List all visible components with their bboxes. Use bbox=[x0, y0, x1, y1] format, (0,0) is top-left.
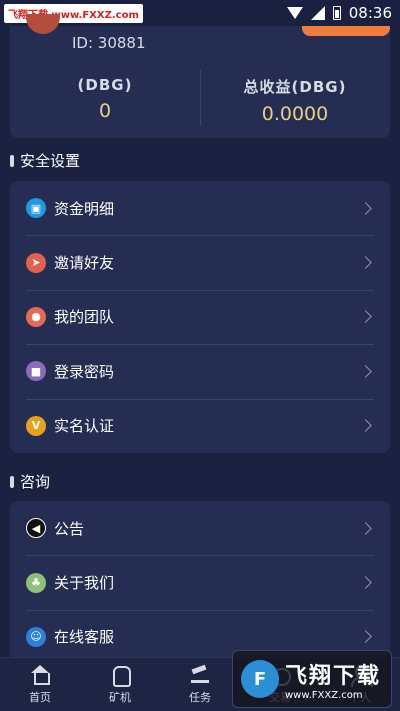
task-icon bbox=[189, 665, 211, 685]
stat-label: (DBG) bbox=[77, 76, 133, 94]
nav-tab-home[interactable]: 首页 bbox=[0, 658, 80, 711]
wallet-icon: ▣ bbox=[26, 198, 46, 219]
section-marker bbox=[10, 475, 14, 488]
watermark-overlay: F 飞翔下载 www.FXXZ.com bbox=[232, 650, 392, 708]
chevron-right-icon bbox=[359, 419, 372, 433]
certification-badge[interactable] bbox=[302, 26, 390, 36]
chevron-right-icon bbox=[359, 310, 372, 324]
menu-item-label: 在线客服 bbox=[54, 628, 115, 647]
stat-balance: (DBG) 0 bbox=[10, 70, 200, 128]
team-icon: ● bbox=[26, 306, 46, 327]
security-menu: ▣ 资金明细 ➤ 邀请好友 ● 我的团队 ■ 登录密码 V 实名认证 bbox=[10, 181, 390, 453]
verified-icon: V bbox=[26, 415, 46, 436]
wifi-icon bbox=[286, 7, 303, 19]
brand-logo-icon: F bbox=[241, 660, 279, 698]
megaphone-icon: ◀ bbox=[26, 518, 46, 539]
menu-item-label: 实名认证 bbox=[54, 417, 115, 436]
user-card: ID: 30881 (DBG) 0 总收益(DBG) 0.0000 bbox=[10, 14, 390, 138]
chevron-right-icon bbox=[359, 256, 372, 269]
chevron-right-icon bbox=[359, 364, 372, 378]
status-bar: 飞翔下载 www.FXXZ.com 08:36 bbox=[0, 0, 400, 26]
menu-item-login-password[interactable]: ■ 登录密码 bbox=[10, 344, 390, 398]
menu-item-label: 资金明细 bbox=[54, 199, 115, 218]
lock-icon: ■ bbox=[26, 361, 46, 382]
section-marker bbox=[10, 154, 14, 167]
avatar[interactable] bbox=[26, 14, 60, 34]
stat-value: 0.0000 bbox=[261, 103, 329, 125]
menu-item-my-team[interactable]: ● 我的团队 bbox=[10, 289, 390, 344]
stats-row: (DBG) 0 总收益(DBG) 0.0000 bbox=[10, 70, 390, 128]
user-id: ID: 30881 bbox=[72, 34, 146, 52]
stat-value: 0 bbox=[98, 100, 112, 122]
section-title-text: 咨询 bbox=[20, 473, 51, 491]
miner-icon bbox=[109, 665, 131, 687]
section-title-security: 安全设置 bbox=[10, 150, 80, 171]
nav-tab-task[interactable]: 任务 bbox=[160, 658, 240, 711]
menu-item-invite-friends[interactable]: ➤ 邀请好友 bbox=[10, 235, 390, 289]
status-icons: 08:36 bbox=[286, 4, 392, 22]
brand-name: 飞翔下载 bbox=[285, 663, 382, 689]
battery-icon bbox=[332, 6, 341, 20]
nav-tab-miner[interactable]: 矿机 bbox=[80, 658, 160, 711]
section-title-text: 安全设置 bbox=[20, 152, 81, 170]
nav-label: 任务 bbox=[189, 690, 211, 704]
watermark-tag: 飞翔下载 www.FXXZ.com bbox=[4, 3, 143, 23]
menu-item-label: 我的团队 bbox=[54, 308, 115, 327]
section-title-consult: 咨询 bbox=[10, 471, 50, 492]
nav-label: 矿机 bbox=[109, 690, 131, 704]
nav-label: 首页 bbox=[29, 690, 51, 704]
home-icon bbox=[29, 664, 51, 685]
signal-icon bbox=[310, 6, 325, 20]
brand-text: 飞翔下载 www.FXXZ.com bbox=[285, 658, 381, 701]
menu-item-fund-details[interactable]: ▣ 资金明细 bbox=[10, 181, 390, 235]
stat-label: 总收益(DBG) bbox=[243, 78, 347, 96]
menu-item-label: 关于我们 bbox=[54, 574, 115, 593]
menu-item-announcement[interactable]: ◀ 公告 bbox=[10, 501, 390, 555]
menu-item-about-us[interactable]: ♣ 关于我们 bbox=[10, 555, 390, 609]
send-icon: ➤ bbox=[26, 252, 46, 273]
support-icon: ☺ bbox=[26, 626, 46, 647]
menu-item-label: 登录密码 bbox=[54, 362, 115, 381]
menu-item-real-name-auth[interactable]: V 实名认证 bbox=[10, 398, 390, 453]
clock: 08:36 bbox=[348, 4, 392, 22]
chevron-right-icon bbox=[359, 576, 372, 589]
menu-item-label: 邀请好友 bbox=[54, 254, 115, 273]
chevron-right-icon bbox=[359, 630, 372, 644]
consult-menu: ◀ 公告 ♣ 关于我们 ☺ 在线客服 bbox=[10, 501, 390, 664]
brand-url: www.FXXZ.com bbox=[285, 689, 363, 701]
menu-item-label: 公告 bbox=[54, 519, 85, 538]
chevron-right-icon bbox=[359, 201, 372, 215]
stat-total-earnings: 总收益(DBG) 0.0000 bbox=[200, 70, 390, 128]
chevron-right-icon bbox=[359, 521, 372, 535]
info-icon: ♣ bbox=[26, 572, 46, 593]
